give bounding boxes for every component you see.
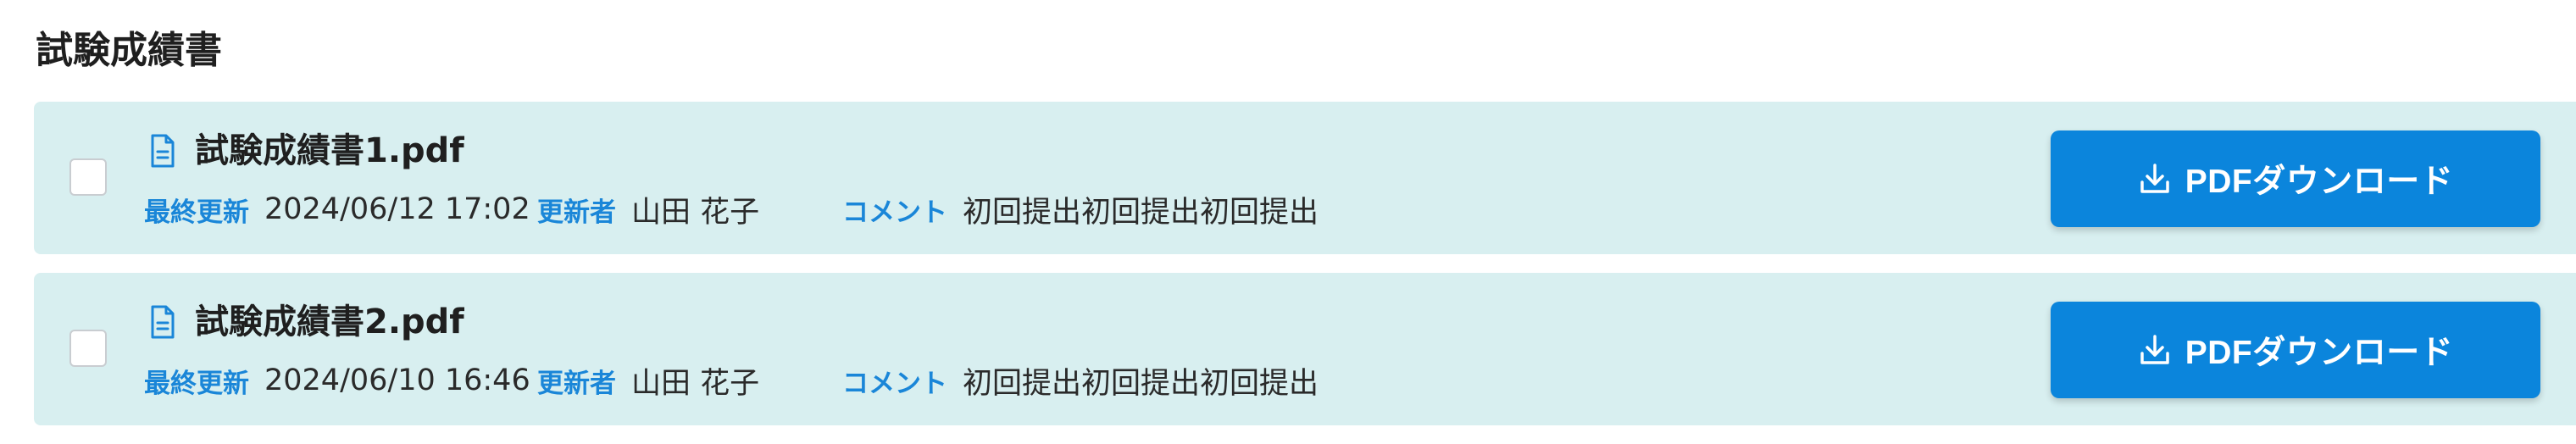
file-card: 試験成績書1.pdf 最終更新 2024/06/12 17:02 更新者 山田 … bbox=[34, 102, 2576, 254]
file-title: 試験成績書2.pdf bbox=[147, 297, 464, 347]
updater-value: 山田 花子 bbox=[631, 366, 760, 401]
download-button-label: PDFダウンロード bbox=[2185, 335, 2454, 371]
section-title: 試験成績書 bbox=[36, 29, 222, 72]
file-name: 試験成績書1.pdf bbox=[195, 131, 464, 170]
document-icon bbox=[147, 131, 178, 170]
pdf-download-button[interactable]: PDFダウンロード bbox=[2051, 302, 2540, 398]
download-button-label: PDFダウンロード bbox=[2185, 164, 2454, 200]
updated-value: 2024/06/12 17:02 bbox=[264, 192, 530, 226]
file-title: 試験成績書1.pdf bbox=[147, 125, 464, 176]
pdf-download-button[interactable]: PDFダウンロード bbox=[2051, 130, 2540, 227]
updater-value: 山田 花子 bbox=[631, 195, 760, 230]
file-name: 試験成績書2.pdf bbox=[195, 302, 464, 341]
file-card: 試験成績書2.pdf 最終更新 2024/06/10 16:46 更新者 山田 … bbox=[34, 273, 2576, 425]
file-checkbox[interactable] bbox=[69, 330, 107, 367]
download-icon bbox=[2138, 162, 2172, 196]
updated-value: 2024/06/10 16:46 bbox=[264, 364, 530, 397]
file-meta: 最終更新 2024/06/12 17:02 更新者 山田 花子 コメント 初回提… bbox=[144, 186, 1319, 232]
comment-value: 初回提出初回提出初回提出 bbox=[963, 195, 1319, 230]
comment-label: コメント bbox=[842, 197, 947, 228]
file-meta: 最終更新 2024/06/10 16:46 更新者 山田 花子 コメント 初回提… bbox=[144, 358, 1319, 403]
comment-label: コメント bbox=[842, 368, 947, 399]
updater-label: 更新者 bbox=[537, 368, 616, 399]
download-icon bbox=[2138, 333, 2172, 367]
file-list: 試験成績書1.pdf 最終更新 2024/06/12 17:02 更新者 山田 … bbox=[34, 102, 2576, 444]
document-icon bbox=[147, 302, 178, 341]
comment-value: 初回提出初回提出初回提出 bbox=[963, 366, 1319, 401]
updated-label: 最終更新 bbox=[144, 197, 249, 228]
updated-label: 最終更新 bbox=[144, 368, 249, 399]
file-checkbox[interactable] bbox=[69, 158, 107, 196]
updater-label: 更新者 bbox=[537, 197, 616, 228]
